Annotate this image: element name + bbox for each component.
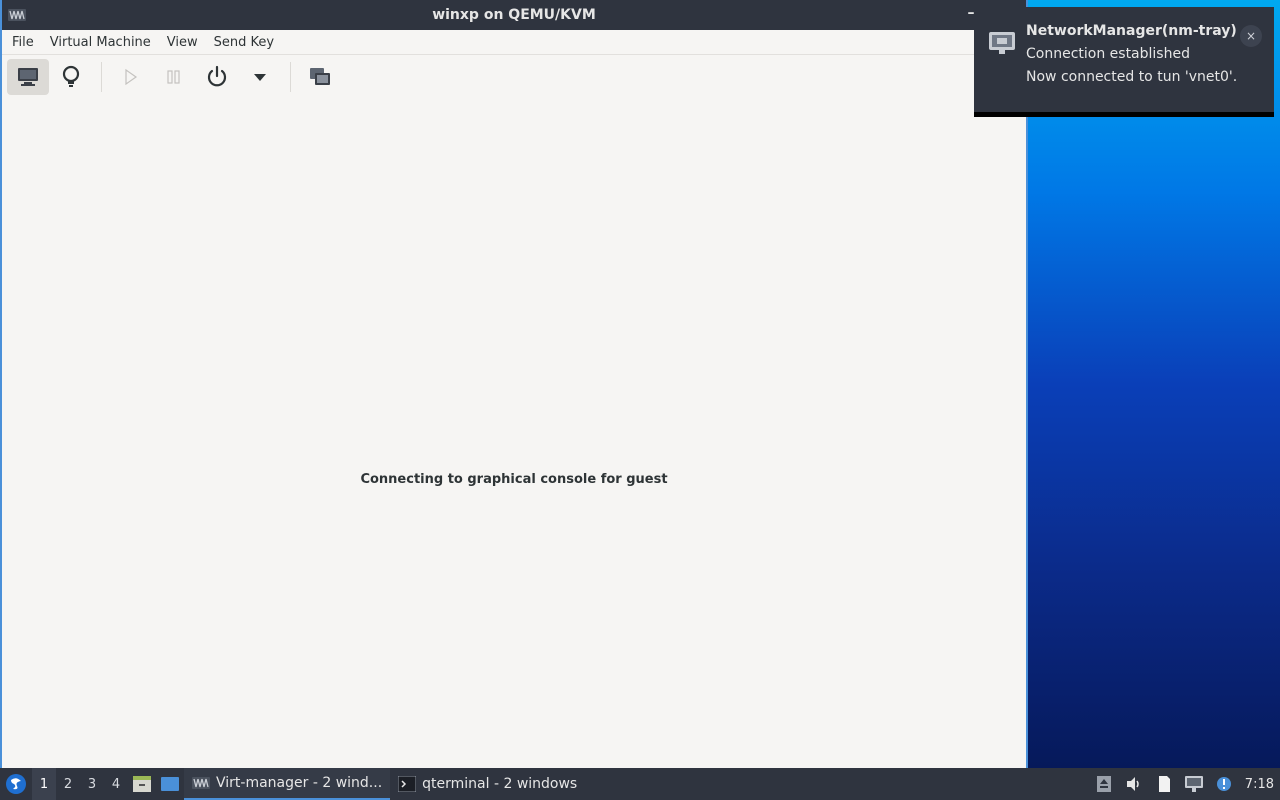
virt-manager-icon xyxy=(192,777,210,789)
menu-view[interactable]: View xyxy=(165,35,206,50)
notification-title: NetworkManager(nm-tray) xyxy=(1026,23,1237,39)
clock[interactable]: 7:18 xyxy=(1239,777,1280,792)
desktop-2-button[interactable]: 2 xyxy=(56,768,80,800)
shutdown-button[interactable] xyxy=(196,59,238,95)
toolbar-separator xyxy=(101,62,102,92)
virt-manager-icon[interactable] xyxy=(8,8,26,22)
power-icon xyxy=(207,65,227,87)
file-manager-launcher[interactable] xyxy=(128,768,156,800)
notification-body-line2: Now connected to tun 'vnet0'. xyxy=(1026,69,1238,85)
notification-close-button[interactable]: × xyxy=(1240,25,1262,47)
shutdown-menu-button[interactable] xyxy=(239,59,281,95)
monitor-icon xyxy=(18,68,38,86)
menu-bar: File Virtual Machine View Send Key xyxy=(2,30,1026,55)
toolbar-separator xyxy=(290,62,291,92)
console-status-message: Connecting to graphical console for gues… xyxy=(360,472,668,487)
terminal-icon xyxy=(398,776,417,792)
show-desktop-button[interactable] xyxy=(156,768,184,800)
system-tray: 7:18 xyxy=(1089,768,1280,800)
clipboard-icon[interactable] xyxy=(1149,768,1179,800)
fullscreen-button[interactable] xyxy=(299,59,341,95)
desktop-1-button[interactable]: 1 xyxy=(32,768,56,800)
desktop-icon xyxy=(161,777,179,791)
file-cabinet-icon xyxy=(133,776,151,792)
notification-body-line1: Connection established xyxy=(1026,46,1190,62)
details-button[interactable] xyxy=(50,59,92,95)
tray-updates-icon[interactable] xyxy=(1089,768,1119,800)
window-title: winxp on QEMU/KVM xyxy=(432,7,596,23)
network-wired-icon xyxy=(988,29,1016,59)
task-label: Virt-manager - 2 wind... xyxy=(216,775,383,791)
pause-icon xyxy=(167,70,180,84)
desktop-3-button[interactable]: 3 xyxy=(80,768,104,800)
notification-popup[interactable]: NetworkManager(nm-tray) Connection estab… xyxy=(974,7,1274,117)
vm-window: winxp on QEMU/KVM – File Virtual Machine… xyxy=(0,0,1028,768)
toolbar xyxy=(2,56,1026,98)
window-titlebar[interactable]: winxp on QEMU/KVM – xyxy=(2,0,1026,30)
menu-file[interactable]: File xyxy=(10,35,42,50)
taskbar: 1 2 3 4 Virt-manager - 2 wind... qtermin… xyxy=(0,768,1280,800)
play-icon xyxy=(125,68,138,86)
lxqt-logo-icon xyxy=(6,774,26,794)
menu-virtual-machine[interactable]: Virtual Machine xyxy=(48,35,159,50)
task-qterminal[interactable]: qterminal - 2 windows xyxy=(390,768,585,800)
menu-send-key[interactable]: Send Key xyxy=(212,35,282,50)
network-tray-icon[interactable] xyxy=(1179,768,1209,800)
notification-tray-icon[interactable] xyxy=(1209,768,1239,800)
caret-down-icon xyxy=(254,74,266,81)
console-button[interactable] xyxy=(7,59,49,95)
run-button[interactable] xyxy=(110,59,152,95)
start-menu-button[interactable] xyxy=(0,768,32,800)
task-virt-manager[interactable]: Virt-manager - 2 wind... xyxy=(184,768,391,800)
volume-icon[interactable] xyxy=(1119,768,1149,800)
pause-button[interactable] xyxy=(153,59,195,95)
screens-icon xyxy=(310,68,330,85)
task-label: qterminal - 2 windows xyxy=(422,776,578,792)
desktop-4-button[interactable]: 4 xyxy=(104,768,128,800)
lightbulb-icon xyxy=(62,65,80,87)
